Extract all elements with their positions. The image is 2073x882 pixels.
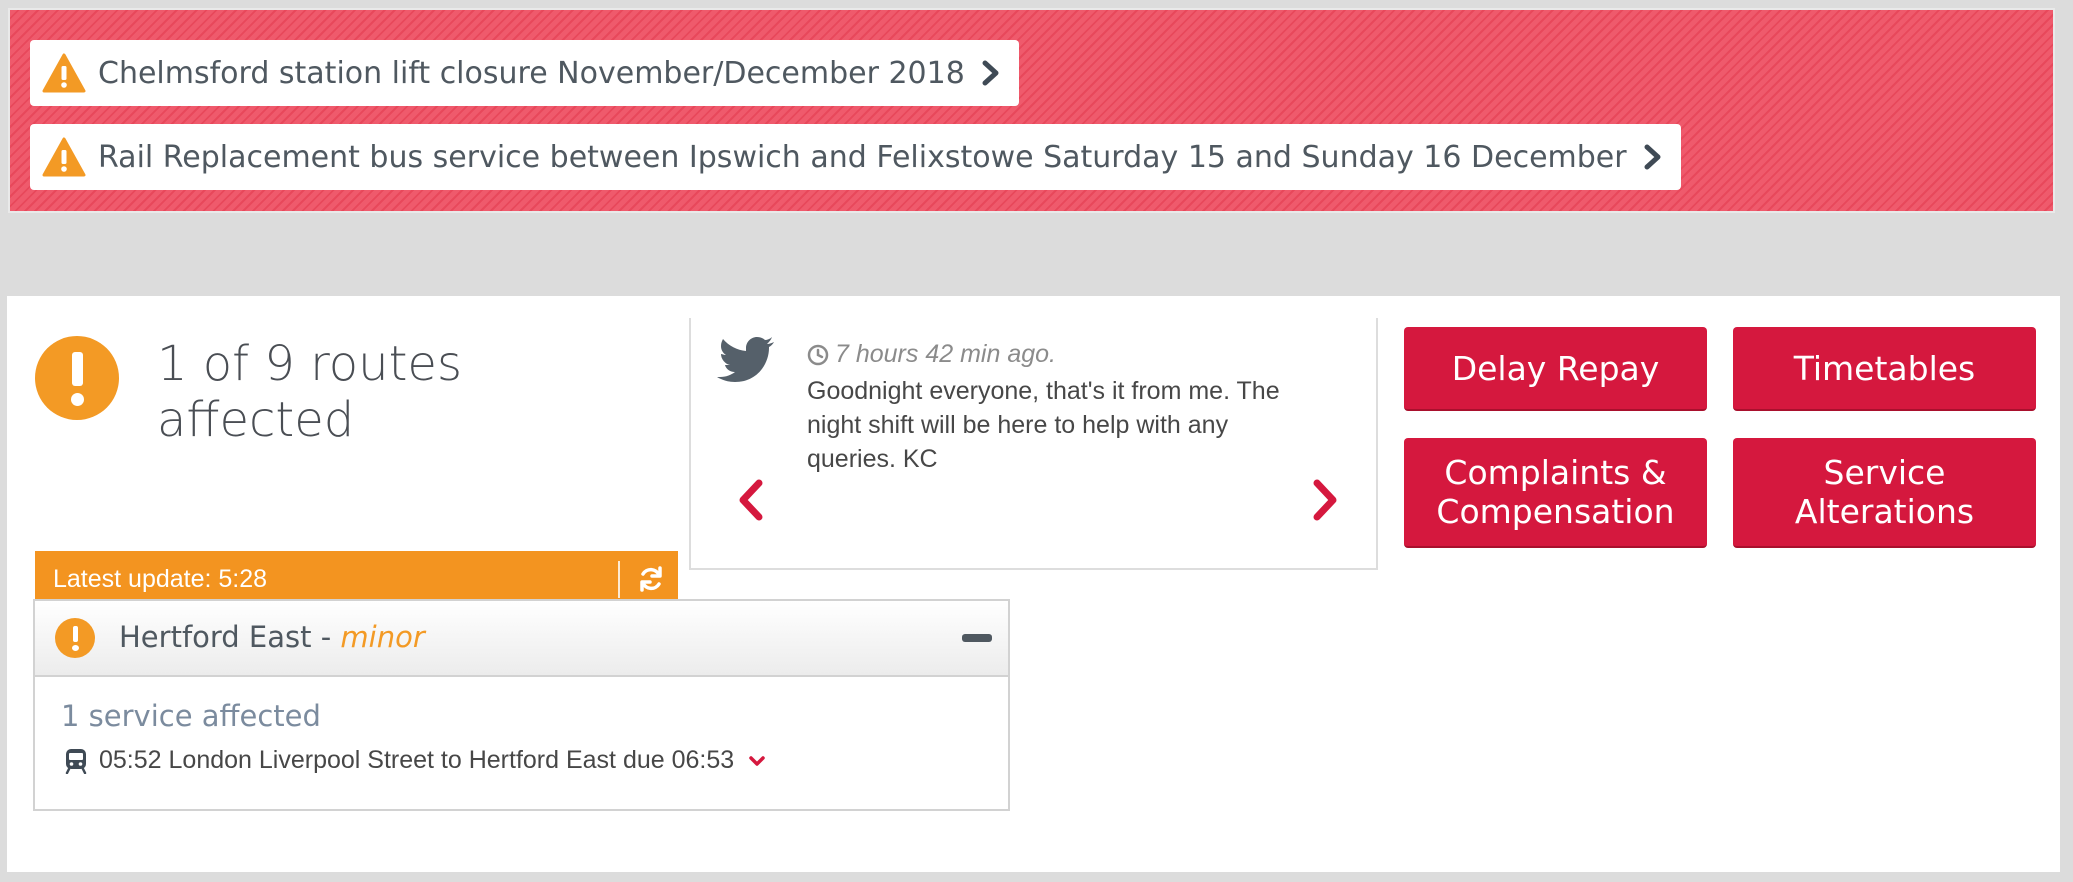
alert-item-lift-closure[interactable]: Chelmsford station lift closure November… — [30, 40, 1019, 106]
alert-item-rail-replacement[interactable]: Rail Replacement bus service between Ips… — [30, 124, 1681, 190]
chevron-right-icon[interactable] — [1311, 478, 1341, 522]
tweet-time-text: 7 hours 42 min ago. — [835, 340, 1056, 368]
tweet-text: Goodnight everyone, that's it from me. T… — [807, 377, 1280, 473]
exclamation-icon — [55, 618, 95, 658]
service-text: 05:52 London Liverpool Street to Hertfor… — [99, 746, 735, 774]
services-affected-count: 1 service affected — [61, 699, 321, 733]
exclamation-icon — [35, 336, 119, 420]
warning-icon — [42, 53, 86, 93]
refresh-icon[interactable] — [636, 564, 666, 594]
chevron-right-icon — [982, 60, 999, 86]
latest-update-text: Latest update: 5:28 — [53, 565, 268, 593]
route-panel-hertford-east: Hertford East - minor 1 service affected… — [33, 599, 1010, 811]
main-panel: 1 of 9 routes affected Latest update: 5:… — [7, 296, 2060, 872]
complaints-compensation-button[interactable]: Complaints & Compensation — [1404, 438, 1707, 548]
delay-repay-button[interactable]: Delay Repay — [1404, 327, 1707, 411]
chevron-left-icon[interactable] — [735, 478, 765, 522]
route-severity: minor — [340, 620, 425, 654]
tweet-time: 7 hours 42 min ago. — [807, 340, 1056, 369]
twitter-icon[interactable] — [717, 336, 775, 386]
service-alterations-button[interactable]: Service Alterations — [1733, 438, 2036, 548]
alert-banner: Chelmsford station lift closure November… — [8, 8, 2055, 213]
timetables-button[interactable]: Timetables — [1733, 327, 2036, 411]
collapse-icon[interactable] — [962, 634, 992, 642]
train-icon — [65, 748, 87, 774]
route-header[interactable]: Hertford East - minor — [35, 601, 1008, 677]
twitter-feed: 7 hours 42 min ago. Goodnight everyone, … — [689, 318, 1378, 570]
route-title: Hertford East - minor — [119, 620, 425, 654]
alert-text: Rail Replacement bus service between Ips… — [98, 139, 1627, 175]
routes-affected-text: 1 of 9 routes affected — [157, 336, 462, 448]
warning-icon — [42, 137, 86, 177]
divider — [618, 561, 620, 598]
clock-icon — [807, 344, 829, 365]
chevron-down-icon[interactable] — [748, 755, 766, 767]
service-item[interactable]: 05:52 London Liverpool Street to Hertfor… — [65, 746, 766, 775]
route-name: Hertford East - — [119, 620, 341, 654]
chevron-right-icon — [1644, 144, 1661, 170]
alert-text: Chelmsford station lift closure November… — [98, 55, 965, 91]
